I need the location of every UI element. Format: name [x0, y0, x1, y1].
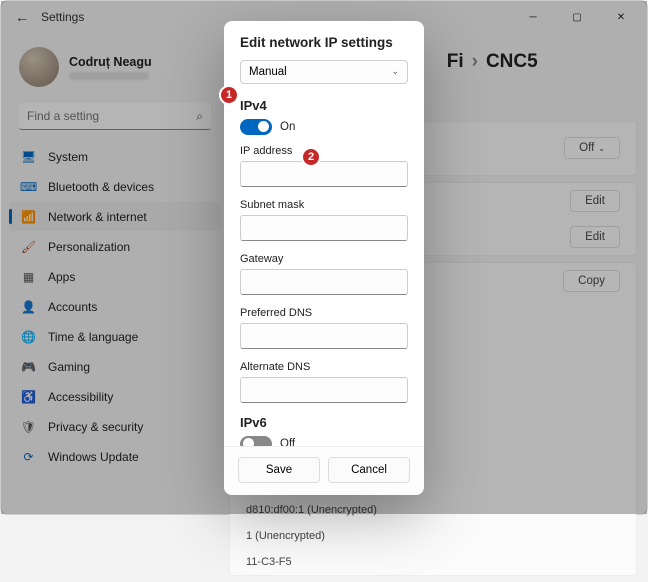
annotation-badge-1: 1 [219, 85, 239, 105]
annotation-badge-2: 2 [301, 147, 321, 167]
ip-input[interactable] [240, 161, 408, 187]
edit-ip-dialog: Edit network IP settings Manual ⌄ IPv4 O… [224, 21, 424, 495]
subnet-input[interactable] [240, 215, 408, 241]
gateway-input[interactable] [240, 269, 408, 295]
save-button[interactable]: Save [238, 457, 320, 483]
pdns-label: Preferred DNS [240, 307, 408, 319]
dialog-title: Edit network IP settings [240, 35, 408, 50]
mode-select[interactable]: Manual ⌄ [240, 60, 408, 84]
adns-input[interactable] [240, 377, 408, 403]
ipv6-toggle-label: Off [280, 438, 295, 446]
detail-text: 1 (Unencrypted) [246, 530, 325, 542]
ip-label: IP address [240, 145, 408, 157]
ipv4-toggle-label: On [280, 121, 295, 133]
adns-label: Alternate DNS [240, 361, 408, 373]
chevron-down-icon: ⌄ [391, 66, 399, 77]
subnet-label: Subnet mask [240, 199, 408, 211]
gateway-label: Gateway [240, 253, 408, 265]
ipv4-heading: IPv4 [240, 98, 408, 113]
ipv4-toggle[interactable] [240, 119, 272, 135]
ipv6-toggle[interactable] [240, 436, 272, 446]
ipv6-heading: IPv6 [240, 415, 408, 430]
mode-value: Manual [249, 66, 287, 78]
modal-overlay: Edit network IP settings Manual ⌄ IPv4 O… [1, 1, 647, 514]
pdns-input[interactable] [240, 323, 408, 349]
cancel-button[interactable]: Cancel [328, 457, 410, 483]
detail-text: 11-C3-F5 [246, 556, 292, 568]
